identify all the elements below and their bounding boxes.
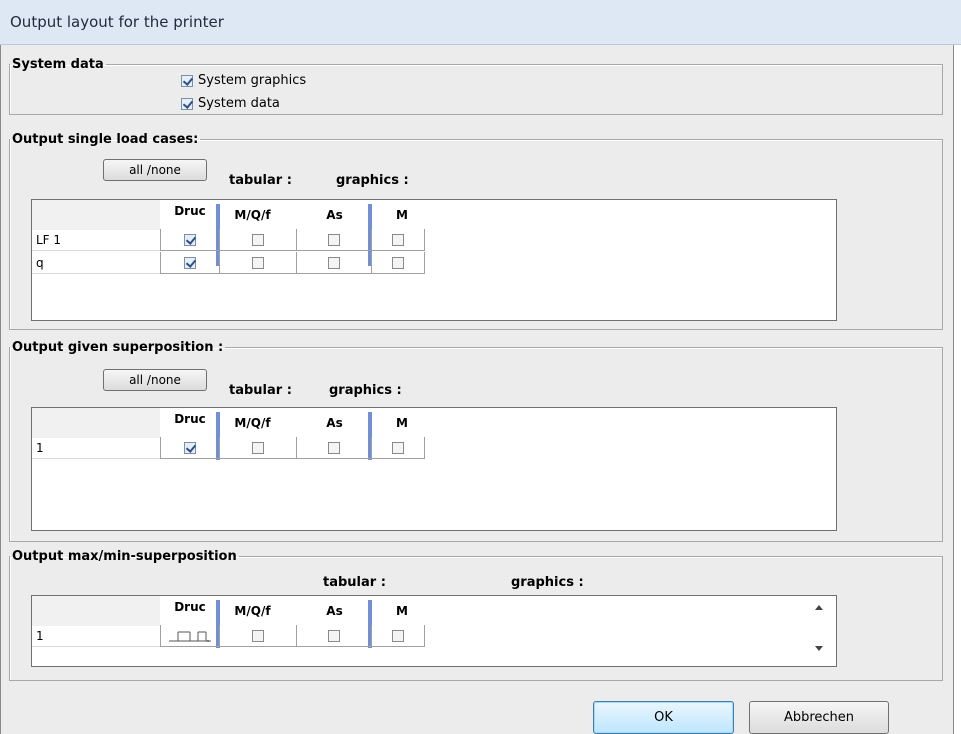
druc-checkbox[interactable] — [184, 256, 196, 269]
col-m: M — [396, 604, 408, 618]
window-edge — [954, 45, 961, 734]
as-checkbox[interactable] — [328, 441, 340, 454]
m-checkbox[interactable] — [392, 629, 404, 642]
table-row: q — [32, 252, 432, 274]
given-all-none-button[interactable]: all /none — [103, 369, 207, 391]
as-checkbox[interactable] — [328, 233, 340, 246]
given-graphics-label: graphics : — [329, 383, 402, 398]
col-mqf: M/Q/f — [234, 416, 271, 430]
row-name: LF 1 — [32, 229, 160, 251]
druc-checkbox[interactable] — [184, 233, 196, 246]
grid-header-strip — [32, 408, 160, 438]
as-checkbox[interactable] — [328, 629, 340, 642]
grid-header-strip — [32, 200, 160, 230]
given-superposition-grid: Druc M/Q/f As M 1 — [31, 407, 837, 531]
mqf-checkbox[interactable] — [252, 256, 264, 269]
m-checkbox[interactable] — [392, 233, 404, 246]
row-name: 1 — [32, 437, 160, 459]
given-tabular-label: tabular : — [229, 383, 292, 398]
cancel-button[interactable]: Abbrechen — [749, 701, 889, 734]
scrollbar-arrows-icon — [815, 605, 823, 651]
system-data-group: System data — [9, 57, 943, 115]
single-graphics-label: graphics : — [336, 173, 409, 188]
col-m: M — [396, 208, 408, 222]
given-superposition-legend: Output given superposition : — [12, 340, 224, 355]
col-mqf: M/Q/f — [234, 208, 271, 222]
col-m: M — [396, 416, 408, 430]
single-load-cases-grid: Druc M/Q/f As M LF 1 q — [31, 199, 837, 321]
system-data-option[interactable]: System data — [181, 96, 280, 111]
system-graphics-label: System graphics — [198, 73, 307, 88]
ok-button[interactable]: OK — [593, 701, 734, 734]
single-all-none-button[interactable]: all /none — [103, 159, 207, 181]
druc-checkbox[interactable] — [184, 441, 196, 454]
mqf-checkbox[interactable] — [252, 441, 264, 454]
col-mqf: M/Q/f — [234, 604, 271, 618]
maxmin-vertical-scrollbar[interactable] — [811, 598, 827, 664]
grid-header-strip — [32, 596, 160, 626]
m-checkbox[interactable] — [392, 441, 404, 454]
as-checkbox[interactable] — [328, 256, 340, 269]
system-graphics-checkbox[interactable] — [181, 74, 193, 87]
row-name: q — [32, 252, 160, 274]
mqf-checkbox[interactable] — [252, 233, 264, 246]
system-graphics-option[interactable]: System graphics — [181, 73, 306, 88]
title-bar: Output layout for the printer — [0, 0, 961, 45]
col-druc: Druc — [174, 204, 206, 218]
single-load-cases-legend: Output single load cases: — [12, 132, 199, 147]
druc-dropdown-cell[interactable] — [160, 625, 220, 647]
druc-dropdown-icon — [169, 631, 211, 642]
maxmin-tabular-label: tabular : — [323, 575, 386, 590]
dialog-window: Output layout for the printer System dat… — [0, 0, 961, 734]
maxmin-graphics-label: graphics : — [511, 575, 584, 590]
col-as: As — [326, 208, 343, 222]
maxmin-superposition-legend: Output max/min-superposition — [12, 549, 237, 564]
single-tabular-label: tabular : — [229, 173, 292, 188]
dialog-title: Output layout for the printer — [10, 13, 224, 31]
system-data-legend: System data — [12, 57, 104, 72]
col-druc: Druc — [174, 600, 206, 614]
m-checkbox[interactable] — [392, 256, 404, 269]
col-as: As — [326, 604, 343, 618]
table-row: 1 — [32, 437, 432, 459]
system-data-checkbox[interactable] — [181, 97, 193, 110]
system-data-label: System data — [198, 96, 280, 111]
dialog-client-area: System data System graphics System data … — [0, 45, 954, 734]
table-row: 1 — [32, 625, 432, 647]
col-druc: Druc — [174, 412, 206, 426]
mqf-checkbox[interactable] — [252, 629, 264, 642]
row-name: 1 — [32, 625, 160, 647]
table-row: LF 1 — [32, 229, 432, 251]
maxmin-superposition-grid: Druc M/Q/f As M 1 — [31, 595, 837, 667]
col-as: As — [326, 416, 343, 430]
